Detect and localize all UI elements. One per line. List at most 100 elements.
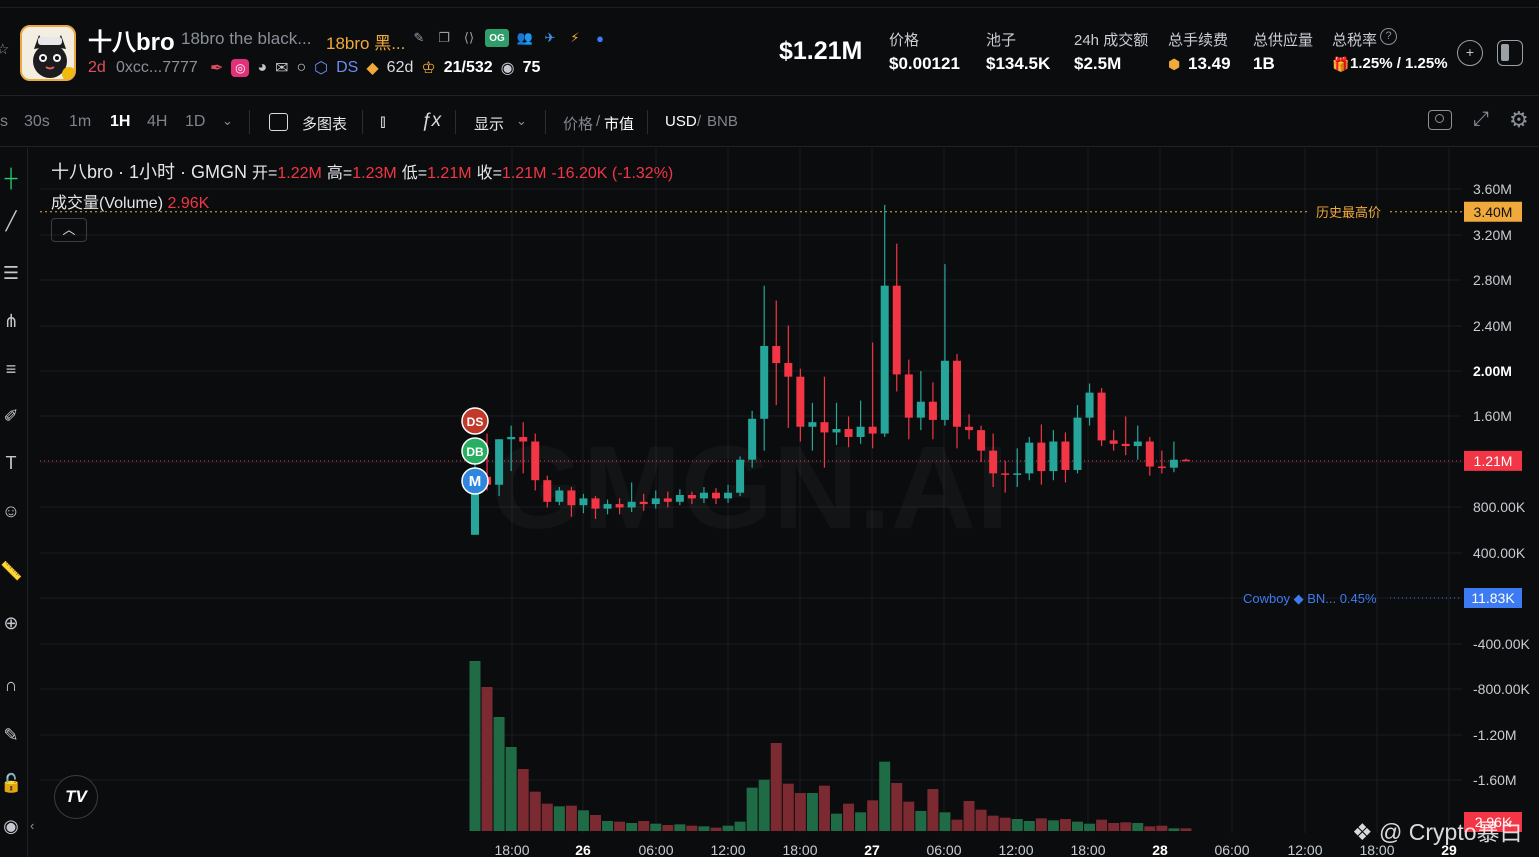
camera-icon[interactable] <box>1428 110 1452 130</box>
volume-bar <box>999 817 1011 831</box>
candle-body <box>1121 443 1130 447</box>
cowboy-price-tag-text: 11.83K <box>1471 590 1515 606</box>
timeframe-dropdown-icon[interactable]: ⌄ <box>222 113 233 129</box>
candle <box>1181 458 1190 462</box>
candle-body <box>1133 441 1142 447</box>
high-value: 1.23M <box>352 165 397 182</box>
collapse-legend-button[interactable]: ︿ <box>51 218 87 242</box>
legend-title: 十八bro · 1小时 · GMGN <box>51 162 248 182</box>
timeframe-1m[interactable]: 1m <box>69 113 91 131</box>
toolbar-divider <box>647 110 648 134</box>
tradingview-logo[interactable]: TV <box>54 775 98 819</box>
feather-icon[interactable]: ✒ <box>210 58 223 78</box>
candle-body <box>699 492 708 499</box>
y-tick-label: 2.00M <box>1473 363 1512 379</box>
candle-body <box>953 360 961 427</box>
help-icon[interactable]: ? <box>1380 28 1397 45</box>
multi-chart-icon[interactable] <box>269 113 288 131</box>
y-tick-label: 2.80M <box>1473 272 1512 288</box>
candle <box>784 325 793 428</box>
copy-icon[interactable]: ❐ <box>435 29 453 47</box>
volume-bar <box>855 812 867 831</box>
volume-bar <box>939 812 951 831</box>
plus-icon: + <box>1465 44 1475 60</box>
volume-bar <box>1144 826 1156 831</box>
x-tick-label: 18:00 <box>494 842 529 857</box>
y-tick-label: 2.40M <box>1473 318 1512 334</box>
volume-bar <box>626 823 638 831</box>
platform-icon: ● <box>596 30 604 46</box>
contract-address[interactable]: 0xcc...7777 <box>116 59 198 77</box>
currency-bnb[interactable]: BNB <box>707 113 738 130</box>
favorite-star-icon[interactable]: ☆ <box>0 40 9 58</box>
lightning-icon: ⚡ <box>570 30 580 45</box>
globe-icon[interactable]: ◕ <box>257 59 267 77</box>
candle-body <box>1049 441 1058 472</box>
add-alert-button[interactable]: + <box>1457 40 1483 66</box>
volume-bar <box>1072 821 1083 831</box>
candle <box>940 264 949 426</box>
price-toggle[interactable]: 价格 <box>563 113 593 134</box>
indicators-fx-icon[interactable]: ƒx <box>421 110 441 132</box>
candle <box>736 456 745 497</box>
candle-body <box>603 504 612 509</box>
timeframe-s[interactable]: s <box>0 113 8 131</box>
candlestick-chart[interactable]: GMGN.AI 历史最高价Cowboy ◆ BN... 0.45% 3.60M3… <box>0 148 1539 857</box>
candle-body <box>784 363 793 377</box>
volume-bar <box>1132 823 1144 831</box>
fullscreen-icon[interactable]: ⤢ <box>1473 108 1489 131</box>
token-cn-name[interactable]: 18bro 黑... <box>326 29 405 54</box>
toolbar-divider <box>545 110 546 134</box>
low-label: 低= <box>401 165 428 182</box>
volume-bar <box>843 803 855 831</box>
timeframe-30s[interactable]: 30s <box>24 113 50 131</box>
volume-bar <box>903 801 915 831</box>
volume-bar <box>638 821 650 831</box>
stat-supply-value: 1B <box>1253 54 1275 73</box>
open-label: 开= <box>252 165 278 182</box>
candle <box>1097 388 1106 447</box>
volume-bar <box>493 717 505 831</box>
timeframe-1d[interactable]: 1D <box>185 113 205 131</box>
multi-chart-button[interactable]: 多图表 <box>302 113 347 134</box>
mcap-toggle[interactable]: 市值 <box>604 113 634 134</box>
volume-bar <box>951 819 963 831</box>
timeframe-1h[interactable]: 1H <box>110 113 130 131</box>
gift-icon: 🎁 <box>1332 56 1350 72</box>
eye-icon: ◉ <box>500 60 515 77</box>
volume-bar <box>710 827 722 831</box>
volume-bar <box>782 783 794 831</box>
settings-gear-icon[interactable]: ⚙ <box>1509 107 1529 133</box>
candle-body <box>1157 466 1166 469</box>
currency-usd[interactable]: USD <box>665 113 697 130</box>
display-chevron-down-icon[interactable]: ⌄ <box>516 113 527 129</box>
volume-bar <box>746 787 758 831</box>
share-icon[interactable]: ⟨⟩ <box>460 29 478 47</box>
candle-body <box>916 401 925 418</box>
search-icon[interactable]: ○ <box>296 59 306 77</box>
sidebar-toggle-button[interactable] <box>1497 40 1523 66</box>
volume-bar <box>565 805 577 831</box>
edit-icon[interactable]: ✎ <box>410 29 428 47</box>
volume-bar <box>770 743 782 831</box>
volume-bar <box>577 810 589 831</box>
volume-bar <box>602 821 614 831</box>
corner-watermark: ❖ @ Crypto暴白 <box>1352 813 1523 847</box>
candle-body <box>965 426 974 431</box>
community-icon: 👥 <box>516 30 534 45</box>
display-dropdown[interactable]: 显示 <box>474 113 504 134</box>
y-tick-label: -1.20M <box>1473 727 1517 743</box>
toolbar-divider <box>362 110 363 134</box>
candle-type-icon[interactable]: ⫾ <box>380 111 386 132</box>
candle-body <box>591 498 600 509</box>
chart-note-icon[interactable]: ✉ <box>275 58 288 78</box>
volume-bar <box>758 779 770 831</box>
volume-bar <box>1035 818 1047 831</box>
volume-bar <box>481 687 493 831</box>
candle-body <box>543 480 552 502</box>
instagram-icon[interactable]: ◎ <box>231 59 250 77</box>
candle <box>1037 424 1046 485</box>
volume-value: 2.96K <box>167 195 210 212</box>
timeframe-4h[interactable]: 4H <box>147 113 167 131</box>
open-value: 1.22M <box>277 165 322 182</box>
